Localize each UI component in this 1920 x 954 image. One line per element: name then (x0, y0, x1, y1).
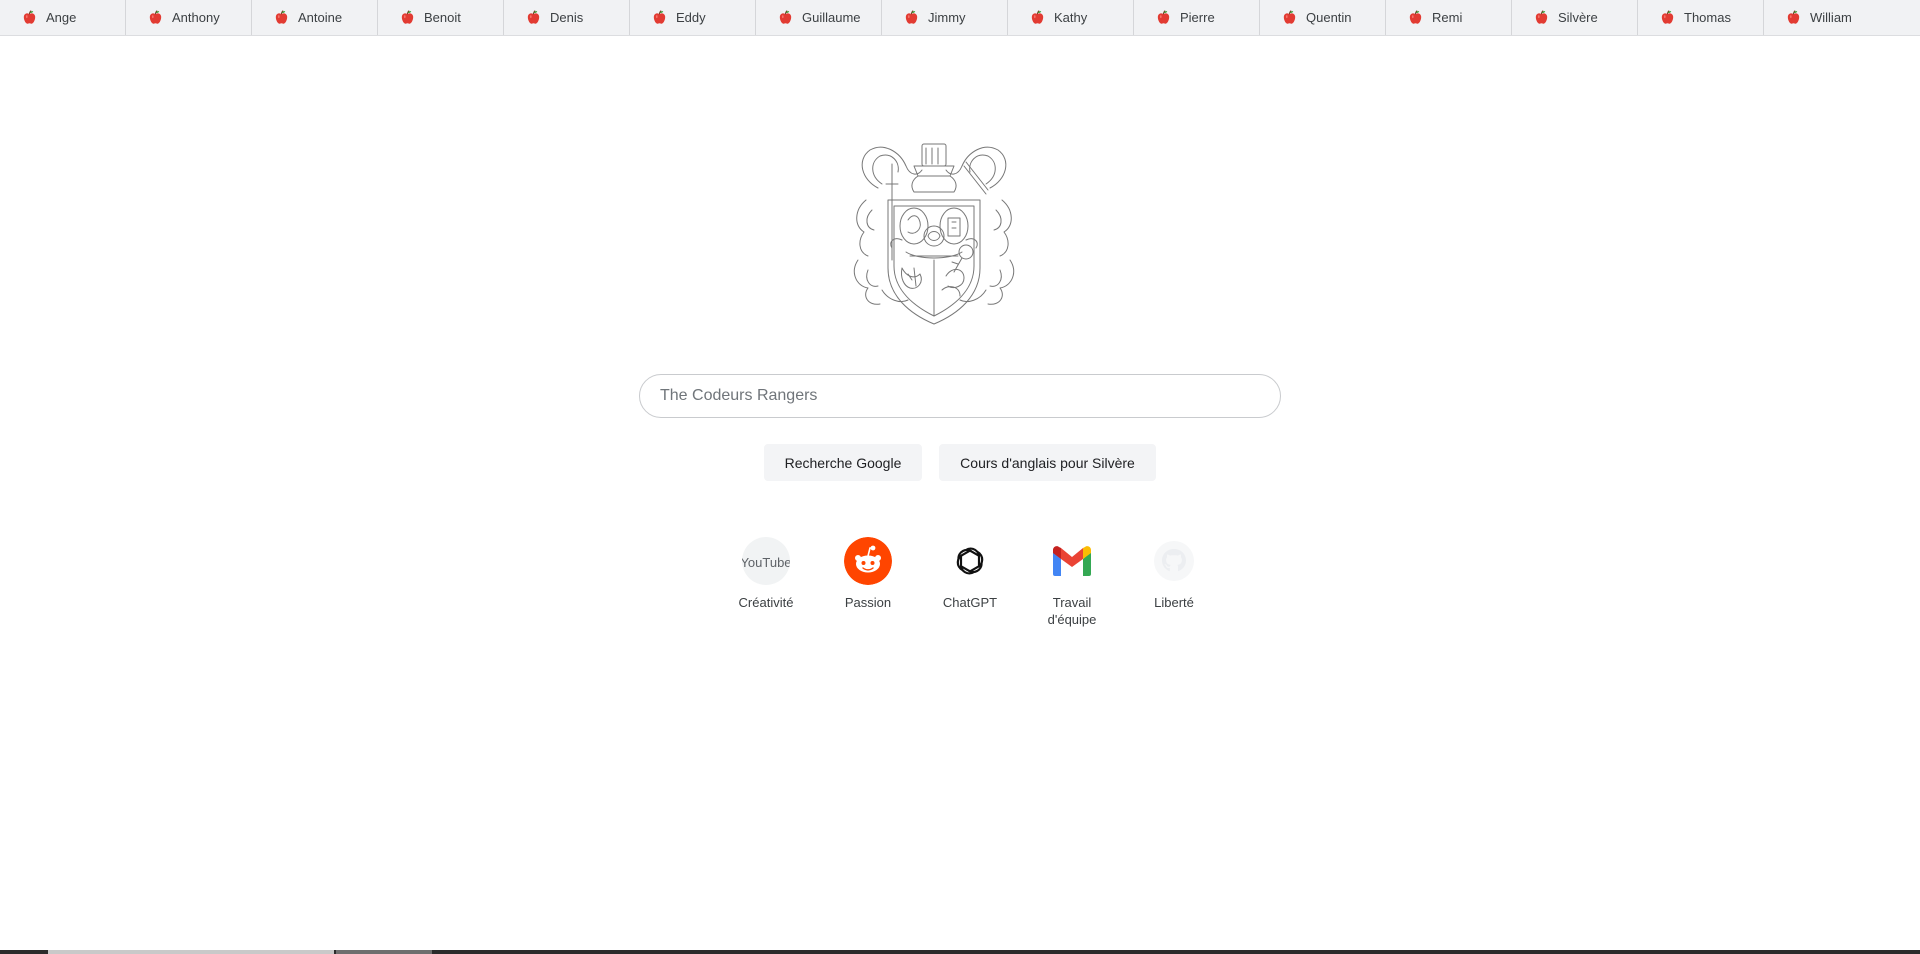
youtube-icon: YouTube (742, 554, 790, 570)
bookmark-antoine[interactable]: Antoine (252, 0, 378, 35)
github-icon (1154, 541, 1194, 581)
bookmark-silvere[interactable]: Silvère (1512, 0, 1638, 35)
shortcut-label: ChatGPT (942, 595, 998, 610)
shortcut-creativite[interactable]: YouTube Créativité (715, 537, 817, 628)
bookmark-william[interactable]: William (1764, 0, 1920, 35)
bookmark-label: Thomas (1684, 10, 1731, 25)
shortcut-label: Passion (844, 595, 892, 610)
bookmark-pierre[interactable]: Pierre (1134, 0, 1260, 35)
scroll-thumb[interactable] (48, 950, 334, 954)
apple-icon (401, 10, 414, 24)
shortcut-label: Liberté (1154, 595, 1194, 610)
google-search-button[interactable]: Recherche Google (764, 444, 922, 481)
bookmark-thomas[interactable]: Thomas (1638, 0, 1764, 35)
shortcut-tile: YouTube (742, 537, 790, 585)
bookmark-benoit[interactable]: Benoit (378, 0, 504, 35)
coat-of-arms-logo (853, 143, 1015, 325)
shortcut-tile (946, 537, 994, 585)
bookmarks-bar: Ange Anthony Antoine Benoit Denis Eddy G… (0, 0, 1920, 36)
shortcut-tile (844, 537, 892, 585)
bookmark-anthony[interactable]: Anthony (126, 0, 252, 35)
apple-icon (1409, 10, 1422, 24)
shortcuts-row: YouTube Créativité Passion ChatGPT Trava… (715, 537, 1225, 628)
bookmark-label: Kathy (1054, 10, 1088, 25)
bookmark-label: Quentin (1306, 10, 1352, 25)
bookmark-remi[interactable]: Remi (1386, 0, 1512, 35)
apple-icon (779, 10, 792, 24)
bookmark-guillaume[interactable]: Guillaume (756, 0, 882, 35)
bookmark-label: William (1810, 10, 1852, 25)
shortcut-chatgpt[interactable]: ChatGPT (919, 537, 1021, 628)
bookmark-label: Ange (46, 10, 77, 25)
bookmark-eddy[interactable]: Eddy (630, 0, 756, 35)
shortcut-label: Créativité (738, 595, 794, 610)
shortcut-passion[interactable]: Passion (817, 537, 919, 628)
bookmark-kathy[interactable]: Kathy (1008, 0, 1134, 35)
shortcut-label: Travail d'équipe (1047, 595, 1097, 627)
bookmark-ange[interactable]: Ange (0, 0, 126, 35)
bookmark-label: Benoit (424, 10, 461, 25)
bookmark-label: Antoine (298, 10, 343, 25)
apple-icon (1031, 10, 1044, 24)
apple-icon (1535, 10, 1548, 24)
apple-icon (527, 10, 540, 24)
bookmark-quentin[interactable]: Quentin (1260, 0, 1386, 35)
bookmark-label: Silvère (1558, 10, 1598, 25)
bookmark-label: Denis (550, 10, 584, 25)
shortcut-tile (1048, 537, 1096, 585)
shortcut-tile (1150, 537, 1198, 585)
shortcut-liberte[interactable]: Liberté (1123, 537, 1225, 628)
shortcut-travail-equipe[interactable]: Travail d'équipe (1021, 537, 1123, 628)
bookmark-label: Eddy (676, 10, 706, 25)
apple-icon (1787, 10, 1800, 24)
apple-icon (149, 10, 162, 24)
reddit-icon (844, 537, 892, 585)
chatgpt-icon (956, 547, 984, 575)
bookmark-label: Pierre (1180, 10, 1215, 25)
gmail-icon (1053, 546, 1091, 576)
bookmark-jimmy[interactable]: Jimmy (882, 0, 1008, 35)
apple-icon (1283, 10, 1296, 24)
apple-icon (1157, 10, 1170, 24)
apple-icon (23, 10, 36, 24)
english-course-button[interactable]: Cours d'anglais pour Silvère (939, 444, 1156, 481)
bookmark-denis[interactable]: Denis (504, 0, 630, 35)
search-input[interactable] (660, 375, 1280, 417)
apple-icon (653, 10, 666, 24)
apple-icon (905, 10, 918, 24)
apple-icon (1661, 10, 1674, 24)
scroll-segment (336, 950, 432, 954)
bookmark-label: Jimmy (928, 10, 966, 25)
search-box[interactable] (639, 374, 1281, 418)
apple-icon (275, 10, 288, 24)
bookmark-label: Remi (1432, 10, 1463, 25)
bookmark-label: Anthony (172, 10, 220, 25)
bookmark-label: Guillaume (802, 10, 861, 25)
